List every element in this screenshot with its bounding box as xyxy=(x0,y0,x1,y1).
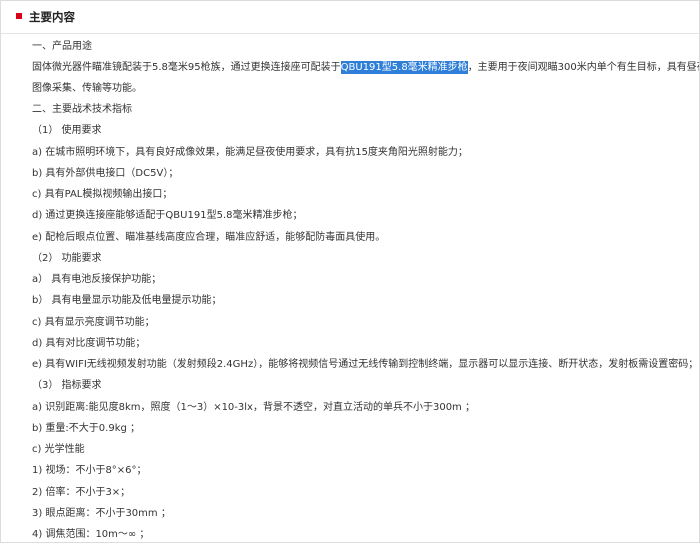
text-line: b） 具有电量显示功能及低电量提示功能； xyxy=(32,295,222,306)
text-line: 一、产品用途 xyxy=(32,41,92,52)
selected-text[interactable]: QBU191型5.8毫米精准步枪 xyxy=(340,61,468,74)
text-line: d) 具有对比度调节功能； xyxy=(32,338,146,349)
text-line: 图像采集、传输等功能。 xyxy=(32,83,142,94)
text-line: c) 具有PAL模拟视频输出接口； xyxy=(32,189,173,200)
text-line: e) 具有WIFI无线视频发射功能（发射频段2.4GHz），能够将视频信号通过无… xyxy=(32,359,699,370)
text-line-with-selection: 固体微光器件瞄准镜配装于5.8毫米95枪族，通过更换连接座可配装于QBU191型… xyxy=(32,61,699,75)
text-line: d) 通过更换连接座能够适配于QBU191型5.8毫米精准步枪； xyxy=(32,210,303,221)
text-line: （2） 功能要求 xyxy=(32,253,102,264)
text-line: c) 光学性能 xyxy=(32,444,85,455)
text-line: 二、主要战术技术指标 xyxy=(32,104,132,115)
text-line: a） 具有电池反接保护功能； xyxy=(32,274,162,285)
text-line: b) 具有外部供电接口（DC5V）； xyxy=(32,168,179,179)
article-body: 一、产品用途 固体微光器件瞄准镜配装于5.8毫米95枪族，通过更换连接座可配装于… xyxy=(1,1,699,542)
text-line: b) 重量:不大于0.9kg ； xyxy=(32,423,141,434)
text-line: a) 在城市照明环境下，具有良好成像效果，能满足昼夜使用要求，具有抗15度夹角阳… xyxy=(32,147,468,158)
text-fragment: ，主要用于夜间观瞄300米内单个有生目标，具有昼夜 xyxy=(467,62,700,73)
text-line: c) 具有显示亮度调节功能； xyxy=(32,317,155,328)
text-line: 4) 调焦范围：10m～∞ ； xyxy=(32,529,150,540)
text-line: （3） 指标要求 xyxy=(32,380,102,391)
text-line: （1） 使用要求 xyxy=(32,125,102,136)
text-line: 2) 倍率：不小于3×； xyxy=(32,487,131,498)
text-fragment: 固体微光器件瞄准镜配装于5.8毫米95枪族，通过更换连接座可配装于 xyxy=(32,62,341,73)
text-line: e) 配枪后眼点位置、瞄准基线高度应合理，瞄准应舒适，能够配防毒面具使用。 xyxy=(32,232,386,243)
text-line: 3) 眼点距离：不小于30mm ； xyxy=(32,508,171,519)
text-line: 1) 视场：不小于8°×6°； xyxy=(32,465,147,476)
content-panel: 主要内容 一、产品用途 固体微光器件瞄准镜配装于5.8毫米95枪族，通过更换连接… xyxy=(0,0,700,543)
text-line: a) 识别距离:能见度8km，照度（1～3）×10-3lx，背景不透空，对直立活… xyxy=(32,402,475,413)
